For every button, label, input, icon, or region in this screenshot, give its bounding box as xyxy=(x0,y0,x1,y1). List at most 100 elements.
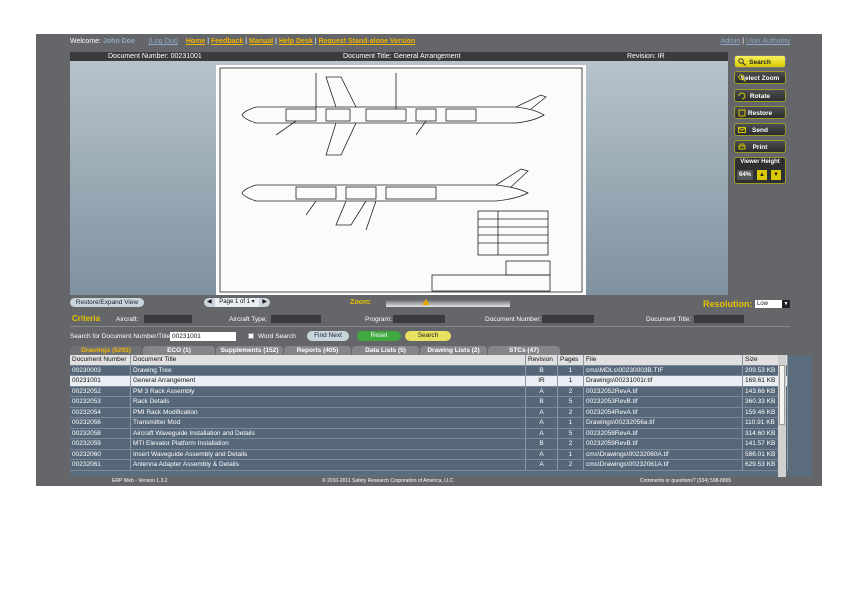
header-file[interactable]: File xyxy=(584,355,743,365)
table-row[interactable]: 00232052 PM 3 Rack Assembly A 2 00232052RevA… xyxy=(70,386,788,397)
send-icon xyxy=(738,127,746,133)
send-button[interactable]: Send xyxy=(734,123,786,136)
header-document-title[interactable]: Document Title xyxy=(131,355,526,365)
restore-expand-button[interactable]: Restore/Expand View xyxy=(70,298,144,307)
header-pages[interactable]: Pages xyxy=(558,355,584,365)
table-row[interactable]: 00232060 Insert Waveguide Assembly and De… xyxy=(70,449,788,460)
zoom-label: Zoom: xyxy=(350,299,372,306)
viewer-height-down-button[interactable]: ▼ xyxy=(771,170,781,180)
print-button[interactable]: Print xyxy=(734,140,786,153)
admin-link[interactable]: Admin xyxy=(720,38,740,45)
program-field[interactable] xyxy=(393,315,445,323)
viewer-height-up-button[interactable]: ▲ xyxy=(757,170,767,180)
cell-document-title: PM 3 Rack Assembly xyxy=(131,386,526,396)
tab-data-lists[interactable]: Data Lists (5) xyxy=(352,346,419,355)
top-bar: Welcome: John Doe (Log Out) Home | Feedb… xyxy=(70,38,790,45)
table-row[interactable]: 00231001 General Arrangement IR 1 Drawings\0… xyxy=(70,376,788,387)
chevron-down-icon: ▼ xyxy=(782,300,790,308)
cell-document-title: Aircraft Waveguide Installation and Deta… xyxy=(131,428,526,438)
copyright-text: © 2010-2011 Safety Research Corporation … xyxy=(322,478,454,484)
cell-document-title: Antenna Adapter Assembly & Details xyxy=(131,460,526,470)
cell-document-number: 00232053 xyxy=(70,397,131,407)
document-number-field[interactable] xyxy=(542,315,594,323)
cell-revision: A xyxy=(526,428,558,438)
tab-drawing-lists[interactable]: Drawing Lists (2) xyxy=(420,346,487,355)
cell-file: cms\Drawings\00232060A.tif xyxy=(584,449,743,459)
search-icon xyxy=(738,58,746,66)
resolution-select[interactable]: Low ▼ xyxy=(755,300,790,308)
cell-file: Drawings\00231001r.tif xyxy=(584,376,743,386)
arrow-up-icon: ▲ xyxy=(759,172,765,178)
table-row[interactable]: 00232054 PMI Rack Modification A 2 00232054R… xyxy=(70,407,788,418)
document-title-field[interactable] xyxy=(694,315,744,323)
cell-file: cms\MDLs\00230003B.TIF xyxy=(584,365,743,375)
aircraft-field[interactable] xyxy=(144,315,192,323)
logout-link[interactable]: (Log Out) xyxy=(148,38,178,45)
cell-file: 00232054RevA.tif xyxy=(584,407,743,417)
cell-pages: 2 xyxy=(558,386,584,396)
cell-revision: A xyxy=(526,460,558,470)
viewer-height-value: 64% xyxy=(737,170,753,180)
search-submit-button[interactable]: Search xyxy=(405,331,451,341)
cell-revision: IR xyxy=(526,376,558,386)
word-search-checkbox[interactable] xyxy=(248,333,254,339)
program-label: Program: xyxy=(365,316,392,323)
cell-document-title: PMI Rack Modification xyxy=(131,407,526,417)
table-scrollbar[interactable] xyxy=(778,355,786,486)
tab-eco[interactable]: ECO (1) xyxy=(143,346,215,355)
restore-button[interactable]: Restore xyxy=(734,106,786,119)
rotate-button[interactable]: Rotate xyxy=(734,89,786,102)
aircraft-type-field[interactable] xyxy=(271,315,321,323)
cell-pages: 5 xyxy=(558,428,584,438)
home-link[interactable]: Home xyxy=(186,38,205,45)
cell-revision: B xyxy=(526,365,558,375)
welcome-label: Welcome: xyxy=(70,38,101,45)
table-row[interactable]: 00232058 Aircraft Waveguide Installation … xyxy=(70,428,788,439)
standalone-link[interactable]: Request Stand-alone Version xyxy=(318,38,415,45)
contact-text: Comments or questions? (334) 598-8865 xyxy=(640,478,732,484)
print-label: Print xyxy=(752,144,768,151)
search-input[interactable]: 00231001 xyxy=(170,332,236,341)
user-authority-link[interactable]: User Authority xyxy=(746,38,790,45)
cell-document-title: General Arrangement xyxy=(131,376,526,386)
find-next-button[interactable]: Find Next xyxy=(307,331,349,341)
manual-link[interactable]: Manual xyxy=(249,38,273,45)
document-number-label: Document Number: 00231001 xyxy=(108,53,202,60)
arrow-down-icon: ▼ xyxy=(773,172,779,178)
tab-supplements[interactable]: Supplements (152) xyxy=(216,346,283,355)
resolution-label: Resolution: xyxy=(703,299,753,309)
scrollbar-thumb[interactable] xyxy=(779,365,785,425)
tab-reports[interactable]: Reports (405) xyxy=(284,346,351,355)
document-header: Document Number: 00231001 Document Title… xyxy=(70,52,728,61)
cell-pages: 2 xyxy=(558,460,584,470)
page-select[interactable]: Page 1 of 1 ▾ xyxy=(215,298,259,307)
table-row[interactable]: 00230003 Drawing Tree B 1 cms\MDLs\00230003B… xyxy=(70,365,788,376)
table-header: Document Number Document Title Revision … xyxy=(70,355,788,366)
cell-document-number: 00232058 xyxy=(70,428,131,438)
tab-stcs[interactable]: STCs (47) xyxy=(488,346,560,355)
table-row[interactable]: 00232061 Antenna Adapter Assembly & Detai… xyxy=(70,460,788,471)
zoom-slider-handle[interactable] xyxy=(422,299,430,305)
search-button[interactable]: Search xyxy=(734,55,786,68)
cell-document-number: 00232060 xyxy=(70,449,131,459)
criteria-label: Criteria xyxy=(72,314,101,323)
next-page-icon[interactable]: ▶ xyxy=(262,298,267,307)
table-row[interactable]: 00232053 Rack Details B 5 00232053RevB.tif 36… xyxy=(70,397,788,408)
reset-button[interactable]: Reset xyxy=(357,331,401,341)
cell-file: 00232058RevA.tif xyxy=(584,428,743,438)
cell-document-number: 00231001 xyxy=(70,376,131,386)
header-revision[interactable]: Revision xyxy=(526,355,558,365)
help-desk-link[interactable]: Help Desk xyxy=(279,38,313,45)
document-title-label: Document Title: xyxy=(646,316,692,323)
header-document-number[interactable]: Document Number xyxy=(70,355,131,365)
cell-document-title: Transmitter Mod xyxy=(131,418,526,428)
document-viewer[interactable] xyxy=(70,61,728,295)
tab-drawings[interactable]: Drawings (5293) xyxy=(70,346,142,355)
select-zoom-button[interactable]: Select Zoom xyxy=(734,71,786,84)
table-row[interactable]: 00232056 Transmitter Mod A 1 Drawings\002320… xyxy=(70,418,788,429)
zoom-slider[interactable] xyxy=(386,300,510,307)
prev-page-icon[interactable]: ◀ xyxy=(207,298,212,307)
cell-document-number: 00232059 xyxy=(70,439,131,449)
feedback-link[interactable]: Feedback xyxy=(211,38,243,45)
table-row[interactable]: 00232059 MTI Elevator Platform Installati… xyxy=(70,439,788,450)
